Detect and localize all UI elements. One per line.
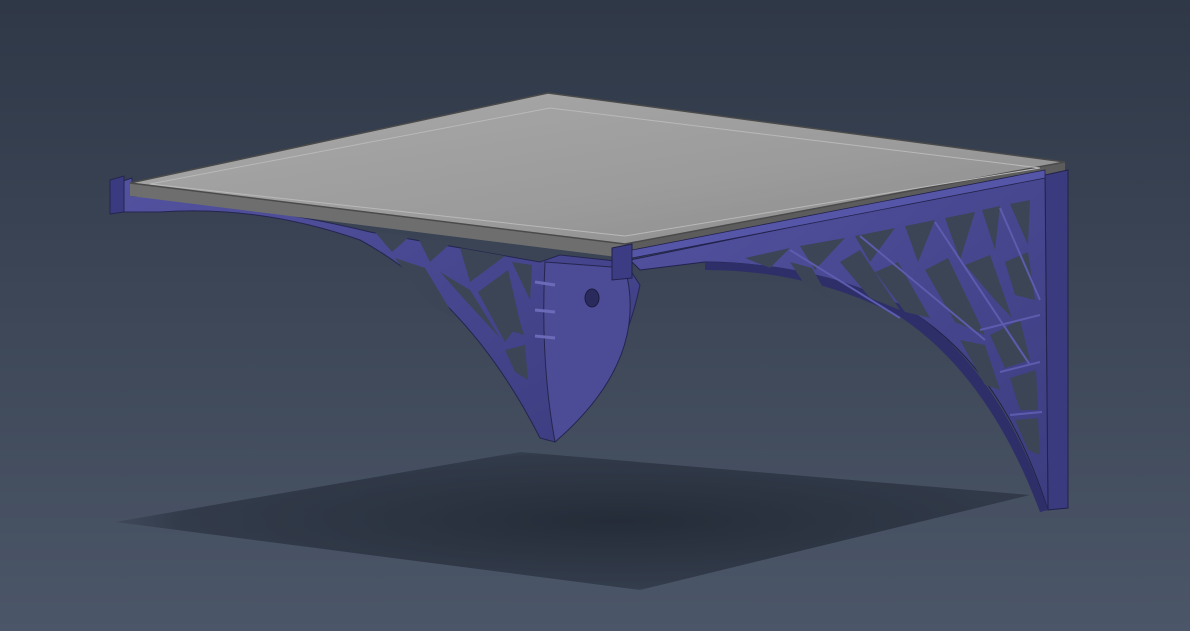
- right-bracket-wall-plate: [1044, 169, 1069, 511]
- model-render[interactable]: [0, 0, 1190, 631]
- right-bracket-end-tab: [611, 243, 633, 281]
- 3d-viewport[interactable]: [0, 0, 1190, 631]
- left-bracket-screw-hole: [584, 288, 600, 308]
- left-bracket-end-tab: [109, 175, 125, 215]
